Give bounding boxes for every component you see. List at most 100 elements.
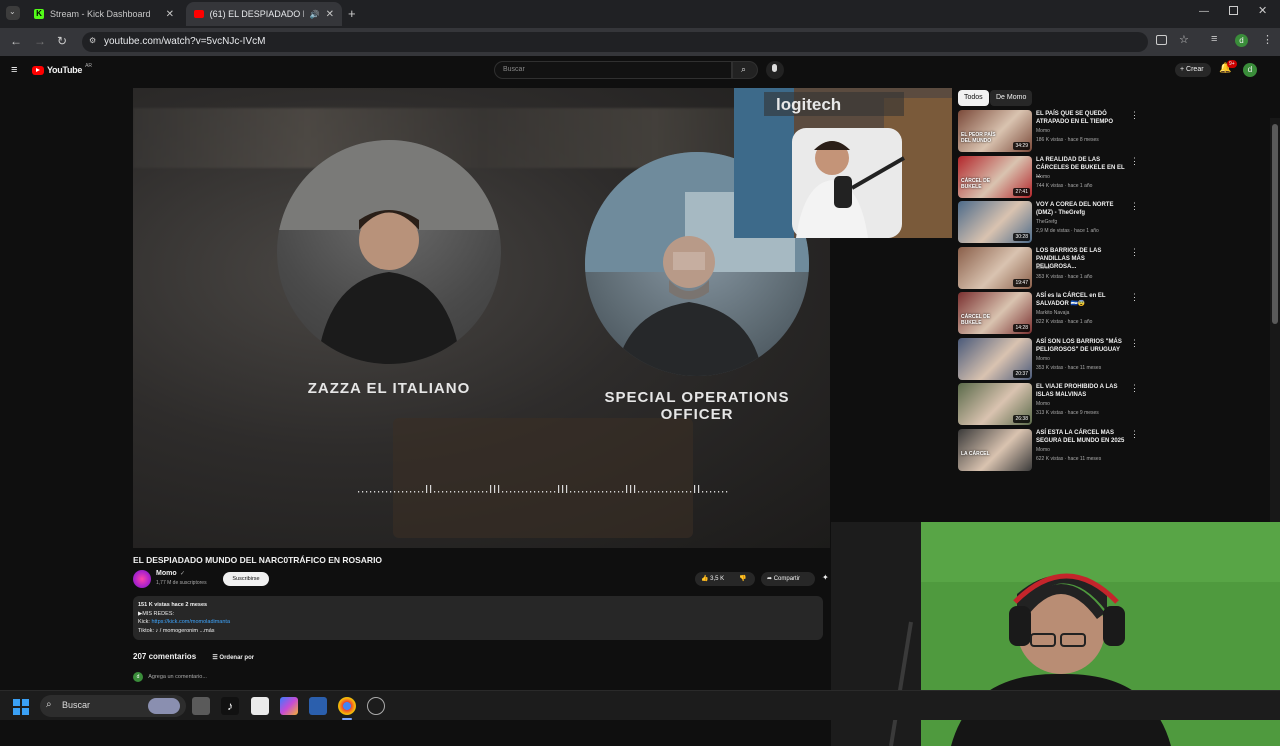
share-button[interactable]: ➦ Compartir [761,572,815,586]
kick-favicon-icon: K [34,9,44,19]
media-controls-icon[interactable]: ≡ [1211,33,1217,45]
channel-avatar[interactable] [133,570,151,588]
back-icon[interactable]: ← [10,34,22,48]
like-count[interactable]: 3,5 K [710,576,724,582]
recommendation-item[interactable]: 19:47 LOS BARRIOS DE LAS PANDILLAS MÁS PE… [956,246,1156,291]
video-player[interactable]: ZAZZA EL ITALIANO SPECIAL OPERATIONS OFF… [133,88,830,548]
recommendation-item[interactable]: CÁRCEL DE BUKELE 14:28 ASÍ es la CÁRCEL en… [956,292,1156,336]
recommendation-title[interactable]: ASÍ es la CÁRCEL en EL SALVADOR 🇸🇻😨 [1036,292,1126,308]
video-thumbnail[interactable]: LA CÁRCEL [958,428,1032,471]
recommendation-item[interactable]: 30:28 VOY A COREA DEL NORTE (DMZ) - TheGr… [956,201,1156,245]
tab-search-button[interactable]: ⌄ [6,6,20,20]
youtube-logo[interactable]: YouTube AR [32,63,92,75]
voice-search-button[interactable] [766,61,784,79]
recommendation-channel[interactable]: TheGrefg [1036,219,1057,225]
sort-button[interactable]: ☰ Ordenar por [212,655,254,661]
minimize-button[interactable]: — [1199,6,1209,17]
create-button[interactable]: + Crear [1175,63,1211,77]
recommendation-item[interactable]: LA CÁRCEL ASÍ ESTA LA CÁRCEL MAS SEGURA D… [956,428,1156,473]
close-tab-icon[interactable]: ✕ [166,9,174,20]
recommendation-item[interactable]: EL PEOR PAÍS DEL MUNDO 34:29 EL PAÍS QUE S… [956,110,1156,154]
copilot-icon[interactable] [280,697,298,715]
tab-youtube-video[interactable]: (61) EL DESPIADADO MUNI 🔊 ✕ [186,2,342,26]
search-input[interactable]: Buscar [494,61,732,79]
new-tab-button[interactable]: + [348,6,356,21]
taskbar-search[interactable]: ⌕ Buscar [40,695,186,717]
recommendation-channel[interactable]: Momo [1036,174,1050,180]
close-tab-icon[interactable]: ✕ [326,9,334,20]
add-comment-row[interactable]: d Agrega un comentario... [133,672,207,682]
more-options-icon[interactable]: ⋮ [1130,292,1139,303]
video-thumbnail[interactable]: EL PEOR PAÍS DEL MUNDO 34:29 [958,110,1032,152]
video-thumbnail[interactable]: 30:28 [958,201,1032,243]
site-info-icon[interactable]: ⚙ [89,36,96,45]
menu-icon[interactable]: ≡ [11,64,17,76]
address-bar[interactable]: ⚙ youtube.com/watch?v=5vcNJc-IVcM [82,32,1148,52]
video-thumbnail[interactable]: 26:38 [958,383,1032,425]
recommendation-title[interactable]: EL PAÍS QUE SE QUEDÓ ATRAPADO EN EL TIEM… [1036,110,1126,126]
more-options-icon[interactable]: ⋮ [1130,201,1139,212]
video-thumbnail[interactable]: CÁRCEL DE BUKELE 14:28 [958,292,1032,334]
dislike-icon[interactable]: 👎 [739,572,746,586]
like-dislike-group: 👍 3,5 K 👎 [695,572,755,586]
chip-de-momo[interactable]: De Momo [990,90,1033,106]
obs-icon[interactable] [367,697,385,715]
more-options-icon[interactable]: ⋮ [1130,383,1139,394]
recommendation-title[interactable]: ASÍ ESTA LA CÁRCEL MAS SEGURA DEL MUNDO … [1036,429,1126,445]
channel-name[interactable]: Momo [156,570,177,577]
maximize-button[interactable] [1229,6,1238,15]
chip-todos[interactable]: Todos [958,90,989,106]
reload-icon[interactable]: ↻ [57,34,67,48]
speaker-right-label-line1: SPECIAL OPERATIONS [604,389,790,406]
like-icon[interactable]: 👍 [701,576,708,582]
recommendation-channel[interactable]: Momo [1036,447,1050,453]
chrome-icon[interactable] [338,697,356,715]
task-view-icon[interactable] [192,697,210,715]
recommendation-title[interactable]: VOY A COREA DEL NORTE (DMZ) - TheGrefg [1036,201,1126,217]
windows-start-icon[interactable] [13,699,29,715]
install-app-icon[interactable] [1156,35,1167,45]
tab-kick-dashboard[interactable]: K Stream - Kick Dashboard ✕ [26,2,182,26]
recommendation-channel[interactable]: Markito Navaja [1036,310,1069,316]
recommendation-channel[interactable]: Momo [1036,401,1050,407]
search-icon: ⌕ [741,64,747,74]
bookmark-star-icon[interactable]: ☆ [1179,33,1189,46]
more-options-icon[interactable]: ⋮ [1130,110,1139,121]
subscribe-button[interactable]: Suscribirse [223,572,269,586]
more-options-icon[interactable]: ⋮ [1130,156,1139,167]
more-actions-icon[interactable]: ✦ [822,573,829,582]
scrollbar-thumb[interactable] [1272,124,1278,324]
kick-link[interactable]: https://kick.com/momoladimanta [151,619,230,625]
add-comment-input[interactable]: Agrega un comentario... [148,674,207,680]
close-window-button[interactable]: ✕ [1258,4,1267,17]
account-avatar[interactable]: d [1243,63,1257,77]
recommendation-item[interactable]: 20:37 ASÍ SON LOS BARRIOS "MÁS PELIGROSOS… [956,337,1156,382]
profile-avatar[interactable]: d [1235,34,1248,47]
video-thumbnail[interactable]: CÁRCEL DE BUKELE 27:41 [958,155,1032,198]
file-icon[interactable] [251,697,269,715]
store-icon[interactable] [309,697,327,715]
description-tiktok-row[interactable]: Tiktok: ♪ / momogeronim ...más [138,627,818,636]
more-options-icon[interactable]: ⋮ [1130,247,1139,258]
recommendation-channel[interactable]: Momo [1036,128,1050,134]
search-button[interactable]: ⌕ [732,61,758,79]
more-options-icon[interactable]: ⋮ [1130,429,1139,440]
more-options-icon[interactable]: ⋮ [1130,338,1139,349]
video-thumbnail[interactable]: 19:47 [958,246,1032,289]
audio-playing-icon[interactable]: 🔊 [310,10,320,19]
waveform-bar [718,491,720,493]
chrome-menu-icon[interactable]: ⋮ [1262,33,1273,46]
video-description[interactable]: 151 K vistas hace 2 meses ▶MIS REDES: Ki… [133,596,823,640]
page-scrollbar[interactable] [1270,118,1280,522]
forward-icon[interactable]: → [34,34,46,48]
recommendation-channel[interactable]: Momo [1036,356,1050,362]
recommendation-title[interactable]: EL VIAJE PROHIBIDO A LAS ISLAS MALVINAS [1036,383,1126,399]
tiktok-icon[interactable]: ♪ [221,697,239,715]
video-thumbnail[interactable]: 20:37 [958,337,1032,380]
recommendation-title[interactable]: ASÍ SON LOS BARRIOS "MÁS PELIGROSOS" DE … [1036,338,1126,354]
recommendation-item[interactable]: 26:38 EL VIAJE PROHIBIDO A LAS ISLAS MALV… [956,383,1156,427]
recommendation-item[interactable]: CÁRCEL DE BUKELE 27:41 LA REALIDAD DE LAS … [956,155,1156,200]
waveform-bar [634,485,636,493]
recommendation-channel[interactable]: Momo [1036,265,1050,271]
waveform-bar [374,491,376,493]
